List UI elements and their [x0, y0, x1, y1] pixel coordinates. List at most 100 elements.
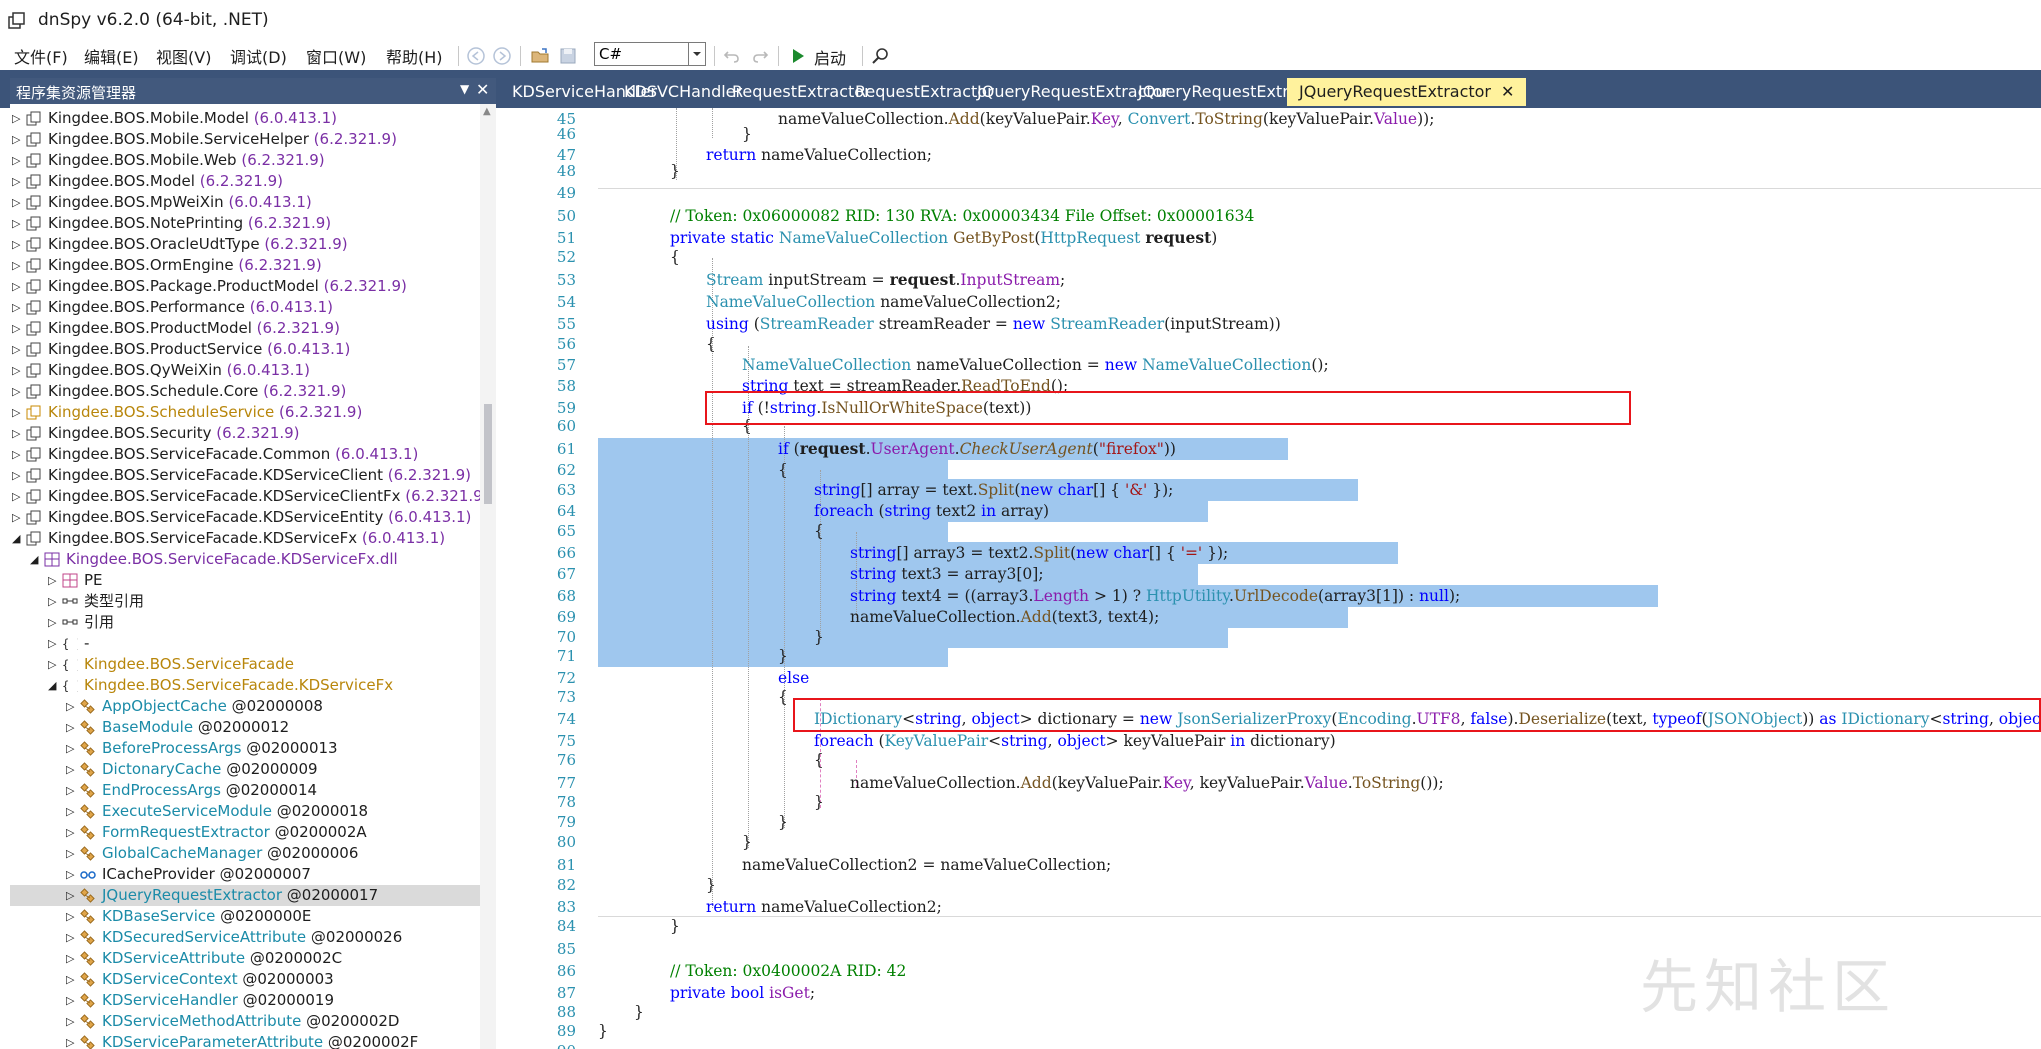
- code-line[interactable]: 81 nameValueCollection2 = nameValueCollec…: [510, 854, 2041, 876]
- tree-scrollbar[interactable]: ▲: [480, 104, 496, 1049]
- undo-icon[interactable]: [722, 46, 742, 66]
- expand-icon[interactable]: ▷: [66, 990, 76, 1011]
- tree-item[interactable]: ▷ Kingdee.BOS.Schedule.Core (6.2.321.9): [10, 381, 480, 402]
- expand-icon[interactable]: ▷: [12, 150, 22, 171]
- code-line[interactable]: 68 string text4 = ((array3.Length > 1) ? …: [510, 585, 2041, 607]
- tree-item[interactable]: ▷ JQueryRequestExtractor @02000017: [10, 885, 480, 906]
- code-line[interactable]: 62 {: [510, 459, 2041, 481]
- expand-icon[interactable]: ▷: [12, 423, 22, 444]
- tree-item[interactable]: ▷ { }-: [10, 633, 480, 654]
- tree-item[interactable]: ◢ { } Kingdee.BOS.ServiceFacade.KDServiceF…: [10, 675, 480, 696]
- tree-item[interactable]: ▷ Kingdee.BOS.Performance (6.0.413.1): [10, 297, 480, 318]
- expand-icon[interactable]: ▷: [48, 612, 58, 633]
- expand-icon[interactable]: ▷: [12, 402, 22, 423]
- expand-icon[interactable]: ▷: [66, 927, 76, 948]
- expand-icon[interactable]: ▷: [66, 738, 76, 759]
- tree-item[interactable]: ▷ Kingdee.BOS.Mobile.Model (6.0.413.1): [10, 108, 480, 129]
- expand-icon[interactable]: ▷: [48, 654, 58, 675]
- collapse-icon[interactable]: ◢: [48, 675, 58, 696]
- expand-icon[interactable]: ▷: [12, 318, 22, 339]
- code-line[interactable]: 90: [510, 1040, 2041, 1049]
- scroll-up-icon[interactable]: ▲: [483, 106, 491, 117]
- expand-icon[interactable]: ▷: [12, 234, 22, 255]
- expand-icon[interactable]: ▷: [12, 486, 22, 507]
- code-line[interactable]: 63 string[] array = text.Split(new char[]…: [510, 479, 2041, 501]
- expand-icon[interactable]: ▷: [66, 822, 76, 843]
- tree-item[interactable]: ▷ Kingdee.BOS.NotePrinting (6.2.321.9): [10, 213, 480, 234]
- expand-icon[interactable]: ▷: [66, 948, 76, 969]
- tree-item[interactable]: ▷ Kingdee.BOS.ScheduleService (6.2.321.9): [10, 402, 480, 423]
- code-line[interactable]: 56 {: [510, 333, 2041, 355]
- tree-item[interactable]: ◢ Kingdee.BOS.ServiceFacade.KDServiceFx (…: [10, 528, 480, 549]
- code-line[interactable]: 61 if (request.UserAgent.CheckUserAgent("…: [510, 438, 2041, 460]
- tree-item[interactable]: ▷ Kingdee.BOS.Mobile.ServiceHelper (6.2.3…: [10, 129, 480, 150]
- back-icon[interactable]: [466, 46, 486, 66]
- tree-item[interactable]: ▷ BeforeProcessArgs @02000013: [10, 738, 480, 759]
- chevron-down-icon[interactable]: ▼: [460, 82, 469, 96]
- expand-icon[interactable]: ▷: [12, 381, 22, 402]
- code-line[interactable]: 66 string[] array3 = text2.Split(new char…: [510, 542, 2041, 564]
- start-debug-button[interactable]: 启动: [814, 45, 846, 69]
- tree-item[interactable]: ▷ EndProcessArgs @02000014: [10, 780, 480, 801]
- expand-icon[interactable]: ▷: [66, 969, 76, 990]
- tree-item[interactable]: ▷ Kingdee.BOS.QyWeiXin (6.0.413.1): [10, 360, 480, 381]
- collapse-icon[interactable]: ◢: [12, 528, 22, 549]
- tree-item[interactable]: ▷ 类型引用: [10, 591, 480, 612]
- code-line[interactable]: 84}: [510, 915, 2041, 937]
- scrollbar-thumb[interactable]: [484, 404, 492, 504]
- tree-item[interactable]: ▷ Kingdee.BOS.MpWeiXin (6.0.413.1): [10, 192, 480, 213]
- open-folder-icon[interactable]: [530, 46, 550, 66]
- code-line[interactable]: 78}: [510, 791, 2041, 813]
- menu-view[interactable]: 视图(V): [156, 44, 211, 68]
- tree-item[interactable]: ▷ GlobalCacheManager @02000006: [10, 843, 480, 864]
- expand-icon[interactable]: ▷: [12, 339, 22, 360]
- tree-item[interactable]: ▷ KDSecuredServiceAttribute @02000026: [10, 927, 480, 948]
- code-line[interactable]: 69 nameValueCollection.Add(text3, text4);: [510, 606, 2041, 628]
- collapse-icon[interactable]: ◢: [30, 549, 40, 570]
- tree-item[interactable]: ▷ Kingdee.BOS.ServiceFacade.KDServiceClie…: [10, 465, 480, 486]
- tree-item[interactable]: ▷ KDServiceMethodAttribute @0200002D: [10, 1011, 480, 1032]
- expand-icon[interactable]: ▷: [48, 633, 58, 654]
- tree-item[interactable]: ▷ Kingdee.BOS.ProductModel (6.2.321.9): [10, 318, 480, 339]
- tree-item[interactable]: ▷ KDServiceHandler @02000019: [10, 990, 480, 1011]
- tree-item[interactable]: ▷ AppObjectCache @02000008: [10, 696, 480, 717]
- tree-item[interactable]: ▷ { } Kingdee.BOS.ServiceFacade: [10, 654, 480, 675]
- code-line[interactable]: 49: [510, 182, 2041, 204]
- expand-icon[interactable]: ▷: [12, 297, 22, 318]
- menu-help[interactable]: 帮助(H): [386, 44, 443, 68]
- tree-item[interactable]: ▷ Kingdee.BOS.Model (6.2.321.9): [10, 171, 480, 192]
- code-line[interactable]: 79}: [510, 811, 2041, 833]
- expand-icon[interactable]: ▷: [66, 780, 76, 801]
- tree-item[interactable]: ▷ Kingdee.BOS.ServiceFacade.KDServiceEnti…: [10, 507, 480, 528]
- language-select[interactable]: C#: [594, 42, 706, 66]
- tree-item[interactable]: ▷ KDServiceContext @02000003: [10, 969, 480, 990]
- expand-icon[interactable]: ▷: [12, 360, 22, 381]
- tree-item[interactable]: ▷ Kingdee.BOS.ServiceFacade.KDServiceClie…: [10, 486, 480, 507]
- assembly-tree[interactable]: ▷ Kingdee.BOS.Mobile.Model (6.0.413.1) ▷ Ki…: [10, 104, 480, 1049]
- expand-icon[interactable]: ▷: [12, 465, 22, 486]
- forward-icon[interactable]: [492, 46, 512, 66]
- code-line[interactable]: 52 {: [510, 246, 2041, 268]
- menu-file[interactable]: 文件(F): [14, 44, 68, 68]
- save-icon[interactable]: [558, 46, 578, 66]
- menu-debug[interactable]: 调试(D): [230, 44, 287, 68]
- tree-item[interactable]: ▷ BaseModule @02000012: [10, 717, 480, 738]
- tree-item[interactable]: ▷ Kingdee.BOS.Package.ProductModel (6.2.3…: [10, 276, 480, 297]
- tree-item[interactable]: ▷ ICacheProvider @02000007: [10, 864, 480, 885]
- tree-item[interactable]: ▷ DictonaryCache @02000009: [10, 759, 480, 780]
- code-line[interactable]: 64 foreach (string text2 in array): [510, 500, 2041, 522]
- code-line[interactable]: 76 {: [510, 749, 2041, 771]
- expand-icon[interactable]: ▷: [12, 192, 22, 213]
- expand-icon[interactable]: ▷: [48, 570, 58, 591]
- code-line[interactable]: 55 using (StreamReader streamReader = new…: [510, 313, 2041, 335]
- tab-jqueryrequestextractor[interactable]: JQueryRequestExtractor ✕: [1287, 78, 1527, 106]
- tree-item[interactable]: ▷ Kingdee.BOS.OrmEngine (6.2.321.9): [10, 255, 480, 276]
- tree-item[interactable]: ▷ Kingdee.BOS.Security (6.2.321.9): [10, 423, 480, 444]
- code-line[interactable]: 46}: [510, 123, 2041, 145]
- code-line[interactable]: 67 string text3 = array3[0];: [510, 563, 2041, 585]
- tree-item[interactable]: ▷ PE: [10, 570, 480, 591]
- expand-icon[interactable]: ▷: [12, 129, 22, 150]
- code-editor[interactable]: 45 nameValueCollection.Add(keyValuePair.K…: [510, 108, 2041, 1049]
- close-icon[interactable]: ✕: [1501, 82, 1514, 101]
- tree-item[interactable]: ▷ Kingdee.BOS.ServiceFacade.Common (6.0.4…: [10, 444, 480, 465]
